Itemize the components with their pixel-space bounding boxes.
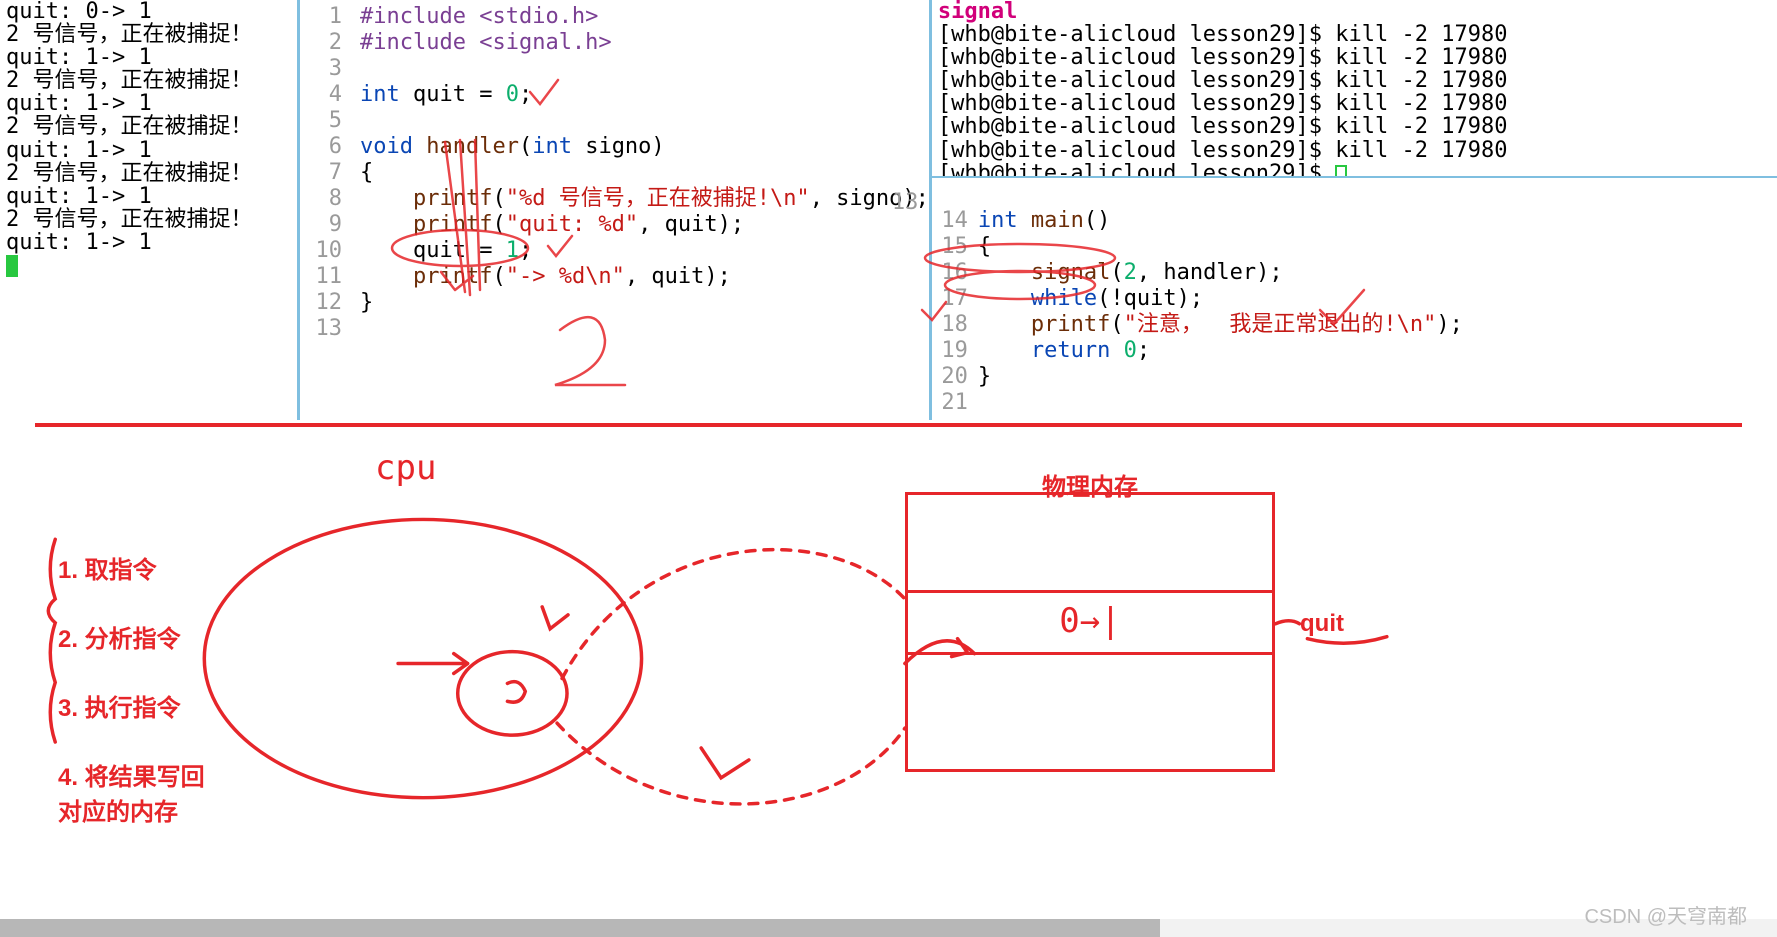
shell-line: [whb@bite-alicloud lesson29]$ kill -2 17… (938, 115, 1771, 138)
step-4: 4. 将结果写回对应的内存 (58, 757, 228, 827)
memory-box: 物理内存 0→| (905, 492, 1275, 772)
signal-title: signal (938, 0, 1771, 23)
watermark: CSDN @天穹南都 (1584, 900, 1747, 929)
output-line: quit: 1-> 1 (6, 139, 291, 162)
step-list: 1. 取指令 2. 分析指令 3. 执行指令 4. 将结果写回对应的内存 (58, 550, 228, 861)
source[interactable]: int main() { signal(2, handler); while(!… (978, 182, 1777, 416)
output-line: 2 号信号，正在被捕捉！ (6, 162, 291, 185)
shell-line: [whb@bite-alicloud lesson29]$ kill -2 17… (938, 23, 1771, 46)
memory-cell: 0→| (908, 590, 1272, 655)
output-line: 2 号信号，正在被捕捉！ (6, 208, 291, 231)
output-line: 2 号信号，正在被捕捉！ (6, 23, 291, 46)
output-line: quit: 1-> 1 (6, 231, 291, 254)
memory-value: 0→| (1059, 601, 1120, 641)
code-editor-main[interactable]: 14 15 16 17 18 19 20 21 int main() { sig… (932, 178, 1777, 416)
whiteboard: cpu 1. 取指令 2. 分析指令 3. 执行指令 4. 将结果写回对应的内存… (0, 430, 1777, 907)
gutter: 14 15 16 17 18 19 20 21 (932, 182, 978, 416)
step-1: 1. 取指令 (58, 550, 228, 585)
scrollbar-thumb[interactable] (0, 919, 1160, 937)
output-line: 2 号信号，正在被捕捉！ (6, 115, 291, 138)
stray-lineno: 13 (892, 190, 919, 215)
terminal-right[interactable]: signal [whb@bite-alicloud lesson29]$ kil… (932, 0, 1777, 178)
divider (35, 423, 1742, 427)
output-line: quit: 1-> 1 (6, 46, 291, 69)
code-editor-handler[interactable]: 12 34 56 78 910 1112 13 #include <stdio.… (300, 0, 929, 420)
step-3: 3. 执行指令 (58, 688, 228, 723)
shell-line: [whb@bite-alicloud lesson29]$ kill -2 17… (938, 92, 1771, 115)
output-line: 2 号信号，正在被捕捉！ (6, 69, 291, 92)
gutter: 12 34 56 78 910 1112 13 (300, 4, 360, 420)
shell-line: [whb@bite-alicloud lesson29]$ kill -2 17… (938, 139, 1771, 162)
shell-line: [whb@bite-alicloud lesson29]$ kill -2 17… (938, 69, 1771, 92)
source[interactable]: #include <stdio.h> #include <signal.h> i… (360, 4, 929, 420)
output-line: quit: 1-> 1 (6, 92, 291, 115)
horizontal-scrollbar[interactable] (0, 919, 1777, 937)
terminal-output-left: quit: 0-> 1 2 号信号，正在被捕捉！ quit: 1-> 1 2 号… (0, 0, 300, 420)
output-line: quit: 1-> 1 (6, 185, 291, 208)
shell-line: [whb@bite-alicloud lesson29]$ (938, 162, 1771, 178)
step-2: 2. 分析指令 (58, 619, 228, 654)
whiteboard-ink (0, 430, 1777, 907)
quit-label: quit (1300, 610, 1344, 638)
cpu-label: cpu (375, 448, 436, 488)
terminal-cursor (6, 254, 291, 277)
memory-label: 物理内存 (1042, 467, 1138, 502)
output-line: quit: 0-> 1 (6, 0, 291, 23)
shell-line: [whb@bite-alicloud lesson29]$ kill -2 17… (938, 46, 1771, 69)
cursor-icon (1335, 165, 1347, 178)
